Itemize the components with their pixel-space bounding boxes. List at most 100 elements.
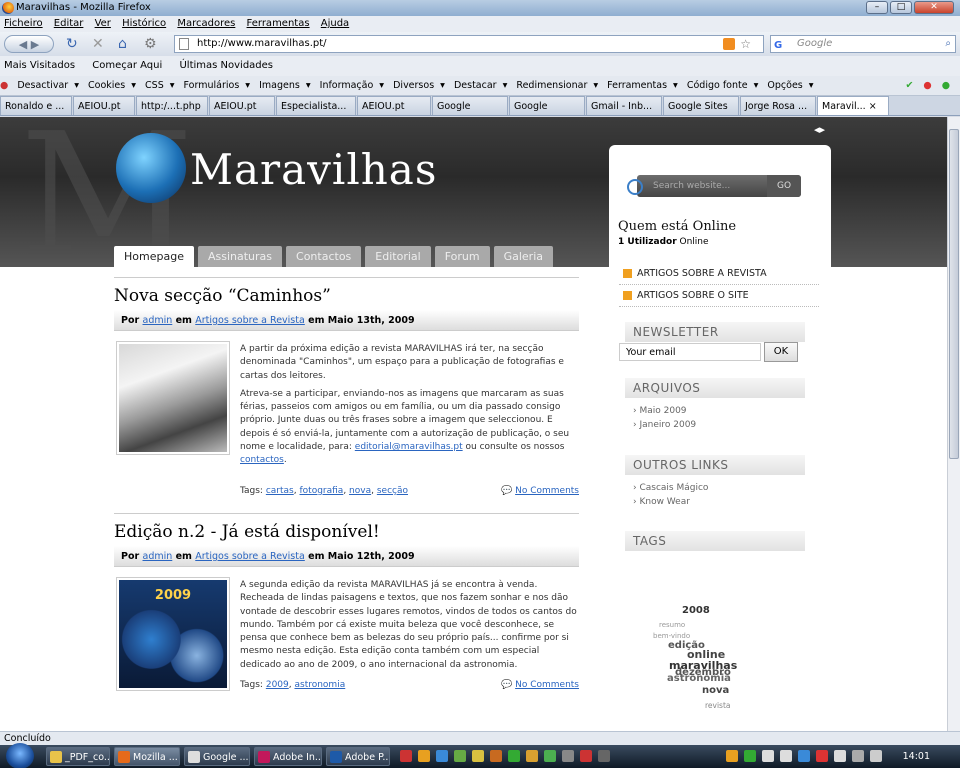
tag-cloud-item[interactable]: 2008 — [682, 605, 710, 616]
nav-assinaturas[interactable]: Assinaturas — [197, 246, 283, 267]
minimize-button[interactable]: – — [866, 1, 888, 14]
tab-item[interactable]: Google — [432, 96, 508, 115]
tag-link[interactable]: nova — [349, 486, 371, 496]
comments-link[interactable]: 💬 No Comments — [501, 680, 579, 690]
email-link[interactable]: editorial@maravilhas.pt — [355, 442, 463, 452]
bookmark-mais-visitados[interactable]: Mais Visitados — [4, 60, 75, 71]
volume-icon[interactable] — [870, 750, 882, 762]
dev-redimensionar[interactable]: Redimensionar ▾ — [516, 80, 598, 91]
check-icon[interactable]: ✔ — [905, 76, 913, 95]
quicklaunch-icon[interactable] — [472, 750, 484, 762]
menu-ver[interactable]: Ver — [95, 18, 111, 29]
tab-item[interactable]: AEIOU.pt — [73, 96, 135, 115]
contact-link[interactable]: contactos — [240, 455, 284, 465]
scrollbar-thumb[interactable] — [949, 129, 959, 459]
network-icon[interactable] — [852, 750, 864, 762]
tab-item[interactable]: Especialista... — [276, 96, 356, 115]
quicklaunch-icon[interactable] — [562, 750, 574, 762]
tag-link[interactable]: astronomia — [294, 680, 345, 690]
dev-informacao[interactable]: Informação ▾ — [320, 80, 384, 91]
tray-icon[interactable] — [798, 750, 810, 762]
tab-item[interactable]: http:/...t.php — [136, 96, 208, 115]
arrows-icon[interactable]: ◂▸ — [814, 123, 825, 136]
clock[interactable]: 14:01 — [903, 745, 930, 768]
quicklaunch-icon[interactable] — [508, 750, 520, 762]
magazine-cover-image[interactable]: 2009 — [116, 577, 230, 691]
quicklaunch-icon[interactable] — [436, 750, 448, 762]
bookmark-star-icon[interactable]: ☆ — [740, 36, 751, 52]
post-image[interactable] — [116, 341, 230, 455]
quicklaunch-icon[interactable] — [580, 750, 592, 762]
tools-icon[interactable]: ⚙ — [144, 35, 157, 53]
quicklaunch-icon[interactable] — [598, 750, 610, 762]
taskbar-item[interactable]: _PDF_co... — [46, 747, 110, 766]
tab-item[interactable]: Gmail - Inb... — [586, 96, 662, 115]
post-title[interactable]: Nova secção “Caminhos” — [114, 282, 579, 310]
bookmark-comecar-aqui[interactable]: Começar Aqui — [92, 60, 162, 71]
taskbar-item[interactable]: Adobe P... — [326, 747, 390, 766]
category-link[interactable]: Artigos sobre a Revista — [195, 551, 305, 562]
author-link[interactable]: admin — [143, 551, 173, 562]
menu-ficheiro[interactable]: Ficheiro — [4, 18, 43, 29]
tag-link[interactable]: secção — [377, 486, 408, 496]
other-link[interactable]: › Know Wear — [633, 496, 708, 510]
reload-icon[interactable]: ↻ — [66, 35, 78, 53]
tag-link[interactable]: fotografia — [299, 486, 343, 496]
dev-desactivar[interactable]: ● Desactivar ▾ — [0, 80, 79, 91]
rss-icon[interactable] — [723, 38, 735, 50]
tab-item[interactable]: Google — [509, 96, 585, 115]
tab-item[interactable]: Ronaldo e ... — [0, 96, 72, 115]
tab-item[interactable]: Jorge Rosa ... — [740, 96, 816, 115]
tag-cloud-item[interactable]: astronomia — [667, 673, 731, 684]
start-button[interactable] — [6, 743, 34, 768]
tag-cloud-item[interactable]: bem-vindo — [653, 632, 690, 640]
tag-cloud-item[interactable]: revista — [705, 701, 731, 710]
home-icon[interactable]: ⌂ — [118, 35, 127, 53]
taskbar-item-active[interactable]: Mozilla ... — [114, 747, 180, 766]
author-link[interactable]: admin — [143, 315, 173, 326]
dev-imagens[interactable]: Imagens ▾ — [259, 80, 311, 91]
tray-icon[interactable] — [780, 750, 792, 762]
tab-item[interactable]: AEIOU.pt — [209, 96, 275, 115]
site-search[interactable]: Search website... GO — [627, 175, 801, 197]
tab-item[interactable]: AEIOU.pt — [357, 96, 431, 115]
tab-item[interactable]: Google Sites — [663, 96, 739, 115]
quicklaunch-icon[interactable] — [544, 750, 556, 762]
vertical-scrollbar[interactable] — [947, 117, 960, 731]
dev-ferramentas[interactable]: Ferramentas ▾ — [607, 80, 678, 91]
quicklaunch-icon[interactable] — [526, 750, 538, 762]
menu-ferramentas[interactable]: Ferramentas — [247, 18, 310, 29]
menu-historico[interactable]: Histórico — [122, 18, 166, 29]
error-icon[interactable]: ● — [923, 76, 931, 95]
archive-link[interactable]: › Maio 2009 — [633, 405, 696, 419]
maximize-button[interactable]: □ — [890, 1, 912, 14]
bookmark-ultimas-novidades[interactable]: Últimas Novidades — [179, 60, 273, 71]
tab-item-active[interactable]: Maravil... × — [817, 96, 889, 115]
google-icon[interactable]: G — [774, 38, 782, 54]
tag-cloud-item[interactable]: nova — [702, 685, 729, 696]
tray-icon[interactable] — [744, 750, 756, 762]
nav-homepage[interactable]: Homepage — [114, 246, 194, 267]
other-link[interactable]: › Cascais Mágico — [633, 482, 708, 496]
post-title[interactable]: Edição n.2 - Já está disponível! — [114, 518, 579, 546]
newsletter-email-input[interactable] — [619, 343, 761, 361]
archive-link[interactable]: › Janeiro 2009 — [633, 419, 696, 433]
tag-cloud-item[interactable]: resumo — [659, 621, 685, 629]
quicklaunch-icon[interactable] — [490, 750, 502, 762]
taskbar-item[interactable]: Adobe In... — [254, 747, 322, 766]
newsletter-ok-button[interactable]: OK — [764, 342, 798, 362]
status-ok-icon[interactable]: ● — [942, 76, 950, 95]
dev-destacar[interactable]: Destacar ▾ — [454, 80, 507, 91]
dev-formularios[interactable]: Formulários ▾ — [184, 80, 251, 91]
nav-forum[interactable]: Forum — [434, 246, 490, 267]
nav-contactos[interactable]: Contactos — [286, 246, 362, 267]
nav-galeria[interactable]: Galeria — [493, 246, 553, 267]
dev-css[interactable]: CSS ▾ — [145, 80, 174, 91]
taskbar-item[interactable]: Google ... — [184, 747, 250, 766]
category-link-site[interactable]: ARTIGOS SOBRE O SITE — [619, 285, 819, 307]
search-field[interactable]: G Google ⌕ — [770, 35, 956, 53]
tray-icon[interactable] — [834, 750, 846, 762]
dev-diversos[interactable]: Diversos ▾ — [393, 80, 445, 91]
quicklaunch-icon[interactable] — [418, 750, 430, 762]
tag-link[interactable]: cartas — [266, 486, 294, 496]
